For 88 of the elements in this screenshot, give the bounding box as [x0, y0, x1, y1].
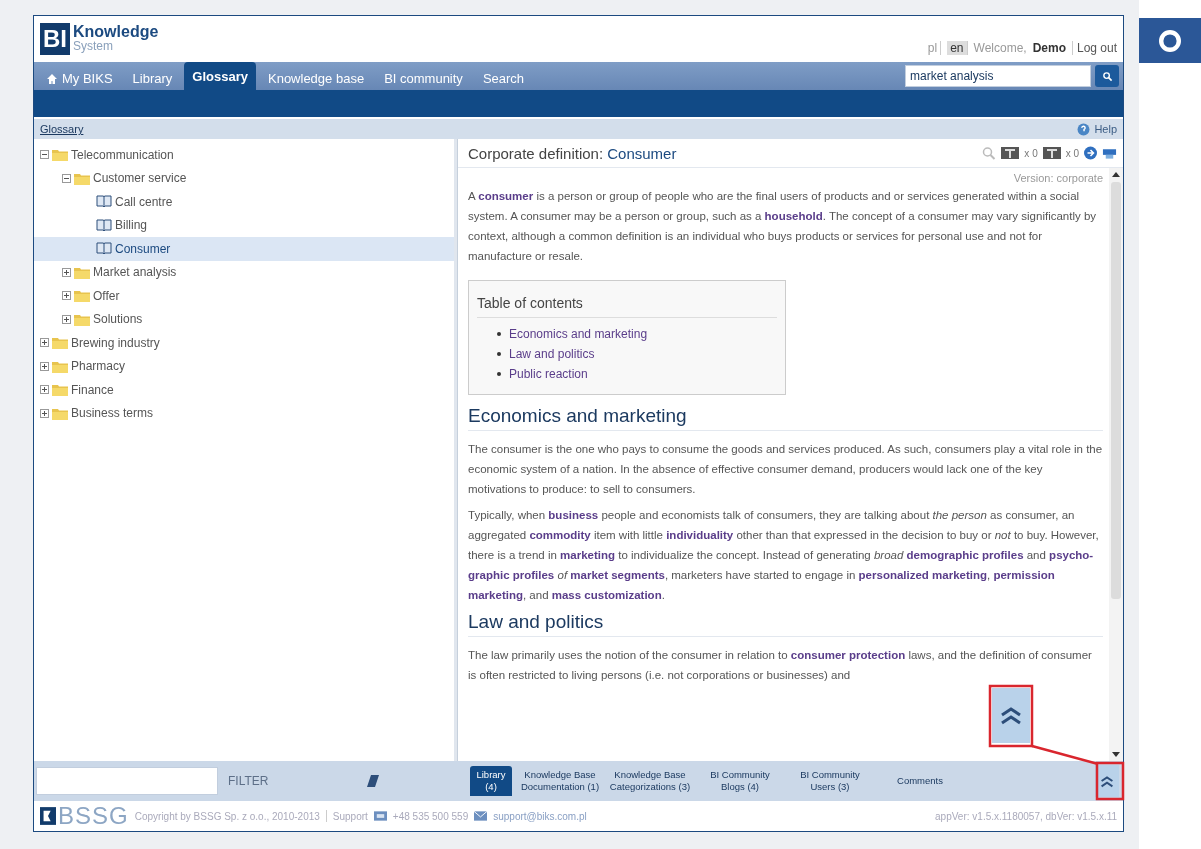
user-name: Demo [1032, 41, 1066, 55]
tree-toggle-icon[interactable] [62, 314, 71, 324]
lifebuoy-icon[interactable] [1159, 29, 1181, 52]
folder-icon [52, 406, 68, 420]
folder-icon [52, 148, 68, 162]
version-text: appVer: v1.5.x.1180057, dbVer: v1.5.x.11 [935, 810, 1118, 822]
language-link[interactable]: en [947, 41, 968, 55]
article-title: Corporate definition: Consumer [468, 144, 677, 162]
leader-line [1031, 744, 1099, 766]
tree-item[interactable]: Customer service [34, 166, 454, 190]
company-logo: BSSG [58, 802, 129, 830]
toc-link[interactable]: Law and politics [509, 344, 595, 364]
tree-item[interactable]: Solutions [34, 307, 454, 331]
filter-field[interactable] [36, 767, 218, 795]
panel-tab[interactable]: Library (4) [470, 766, 512, 796]
toc-link[interactable]: Public reaction [509, 364, 588, 384]
search-field[interactable]: market analysis [905, 65, 1092, 87]
tree-toggle-icon[interactable] [40, 385, 49, 395]
tree-toggle-icon[interactable] [40, 408, 49, 418]
paragraph: The consumer is the one who pays to consume the goods and services produced. As such, consumers play a vital role in the economic system of a nation. In the absence of effective consumer demand, producers would lack one of the key motivations to produce: to sell to consumers. [468, 442, 1104, 497]
welcome-text: Welcome, [973, 41, 1027, 55]
tree-item[interactable]: Pharmacy [34, 354, 454, 378]
section-heading: Law and politics [468, 611, 1104, 637]
nav-tab[interactable]: Glossary [184, 62, 256, 90]
book-icon [96, 242, 112, 256]
folder-icon [52, 336, 68, 350]
counter-text: x 0 [1065, 147, 1080, 159]
collapse-button[interactable] [1095, 765, 1120, 797]
panel-tab[interactable]: Knowledge Base Categorizations (3) [608, 769, 692, 793]
search-button[interactable] [1095, 65, 1120, 87]
bullet-icon [497, 372, 501, 376]
tree-toggle-icon[interactable] [40, 150, 49, 160]
tree-item[interactable]: Market analysis [34, 260, 454, 284]
tree-item[interactable]: Billing [34, 213, 454, 237]
panel-tab[interactable]: Knowledge Base Documentation (1) [518, 769, 602, 793]
folder-icon [74, 289, 90, 303]
scrollbar[interactable] [1109, 168, 1124, 761]
arrow-down-icon[interactable] [1112, 752, 1121, 758]
tree-toggle-icon[interactable] [62, 291, 71, 301]
folder-icon [74, 171, 90, 185]
tree-item[interactable]: Consumer [34, 237, 454, 261]
folder-icon [74, 265, 90, 279]
folder-icon [52, 383, 68, 397]
bullet-icon [497, 332, 501, 336]
toc-title: Table of contents [477, 289, 777, 318]
logo-subtitle: System [73, 39, 113, 54]
help-icon[interactable] [1077, 122, 1091, 136]
breadcrumb-link[interactable]: Glossary [40, 123, 84, 135]
logo-icon [40, 807, 56, 825]
version-label: Version: corporate [1012, 171, 1104, 186]
highlight-frame [1095, 761, 1125, 801]
toc-link[interactable]: Economics and marketing [509, 324, 648, 344]
counter-text: x 0 [1024, 147, 1038, 159]
tree-item[interactable]: Telecommunication [34, 143, 454, 167]
tree-toggle-icon[interactable] [40, 338, 49, 348]
search-icon [1101, 70, 1113, 82]
bullet-icon [497, 352, 501, 356]
tree-item[interactable]: Finance [34, 378, 454, 402]
mail-icon [474, 811, 488, 821]
filter-button[interactable]: FILTER [222, 773, 362, 789]
section-heading: Economics and marketing [468, 405, 1104, 431]
paragraph: Typically, when business people and economists talk of consumers, they are talking about the person as consumer, an aggregated commodity item with little individuality other than that expressed in the decision to buy or not to buy. However, there is a trend in marketing to individualize the concept. Instead of generating broad demographic profiles and psycho-graphic profiles of market segments, marketers have started to engage in personalized marketing, permission marketing, and mass customization. [468, 508, 1100, 603]
panel-tab[interactable]: BI Community Users (3) [788, 769, 872, 793]
tree-toggle-icon[interactable] [62, 267, 71, 277]
book-icon [96, 195, 112, 209]
highlight-frame [988, 684, 1034, 748]
tree-item[interactable]: Call centre [34, 190, 454, 214]
book-icon [96, 218, 112, 232]
arrow-up-icon[interactable] [1112, 171, 1121, 177]
logout-link[interactable]: Log out [1072, 41, 1118, 55]
scroll-top-button[interactable] [992, 688, 1030, 743]
folder-icon [52, 359, 68, 373]
panel-tab[interactable]: BI Community Blogs (4) [698, 769, 782, 793]
tree-toggle-icon[interactable] [40, 361, 49, 371]
tree-item[interactable]: Business terms [34, 401, 454, 425]
share-icon[interactable] [1083, 146, 1099, 160]
panel-tab[interactable]: Comments [878, 775, 962, 787]
support-label: Support [332, 810, 368, 822]
tree-item[interactable]: Offer [34, 284, 454, 308]
phone-text: +48 535 500 559 [392, 810, 469, 822]
folder-icon [74, 312, 90, 326]
tree-item[interactable]: Brewing industry [34, 331, 454, 355]
copyright-text: Copyright by BSSG Sp. z o.o., 2010-2013 [134, 810, 320, 822]
help-link[interactable]: Help [1094, 123, 1118, 135]
logo-mark: BI [40, 23, 70, 55]
paragraph: A consumer is a person or group of people who are the final users of products and or services generated within a social system. A consumer may be a person or group, such as a household. The concept of a consumer may vary significantly by context, although a common definition is an individual who buys products or services for personal use and not for manufacture or resale. [468, 189, 1098, 264]
tree-toggle-icon[interactable] [62, 173, 71, 183]
paragraph: The law primarily uses the notion of the consumer in relation to consumer protection laws, and the definition of consumer is often restricted to living persons (i.e. not corporations or businesses) and [468, 648, 1093, 683]
